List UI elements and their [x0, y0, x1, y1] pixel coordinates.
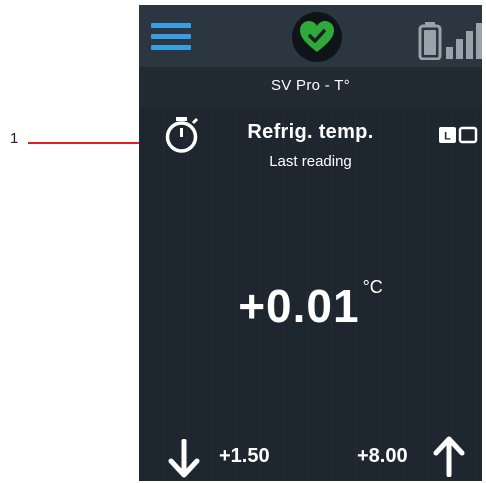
- heart-check-icon: [300, 21, 334, 52]
- temperature-reading: +0.01 °C: [139, 277, 482, 333]
- callout-number: 1: [10, 130, 19, 147]
- reading-value: +0.01: [238, 280, 360, 332]
- top-bar: [139, 5, 482, 67]
- display-mode-icon[interactable]: L: [438, 126, 478, 144]
- device-name-bar: SV Pro - T°: [139, 67, 482, 107]
- arrow-down-icon: [168, 439, 200, 478]
- battery-icon: [418, 22, 442, 60]
- signal-strength-icon: [446, 23, 482, 59]
- measurement-title: Refrig. temp.: [247, 121, 374, 143]
- low-limit-value: +1.50: [219, 445, 270, 467]
- measurement-subtitle: Last reading: [269, 153, 352, 170]
- display-mode-letter: L: [444, 131, 451, 143]
- measurement-panel: Refrig. temp. Last reading L +0.01 °C +1.…: [139, 107, 482, 481]
- device-screen: SV Pro - T° Refrig. temp. Last reading L…: [139, 5, 482, 481]
- status-badge[interactable]: [292, 12, 342, 62]
- hamburger-menu-icon[interactable]: [151, 20, 191, 54]
- reading-unit: °C: [362, 277, 383, 297]
- arrow-up-icon: [433, 436, 465, 477]
- high-limit-value: +8.00: [357, 445, 408, 467]
- device-name: SV Pro - T°: [270, 77, 351, 94]
